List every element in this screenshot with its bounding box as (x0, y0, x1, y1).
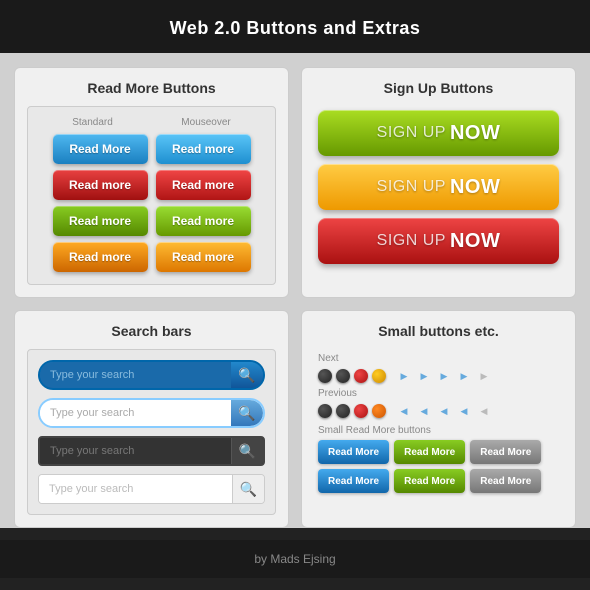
search-button-dark[interactable]: 🔍 (231, 438, 263, 464)
arrow-next-4[interactable]: ▶ (456, 368, 472, 384)
search-bar-light: 🔍 (38, 398, 265, 428)
search-input-blue[interactable] (40, 362, 231, 388)
read-more-green-std[interactable]: Read more (53, 206, 148, 236)
search-bar-blue: 🔍 (38, 360, 265, 390)
arrow-prev-1[interactable]: ◀ (396, 403, 412, 419)
signup-red-label: SIGN UP (377, 232, 446, 250)
search-button-plain[interactable]: 🔍 (232, 475, 264, 503)
arrow-prev-5[interactable]: ◀ (476, 403, 492, 419)
signup-title: Sign Up Buttons (314, 80, 563, 96)
dot-yellow-1[interactable] (372, 369, 386, 383)
dot-orange-1[interactable] (372, 404, 386, 418)
search-panel: Search bars 🔍 🔍 🔍 🔍 (14, 310, 289, 528)
read-more-green-hover[interactable]: Read more (156, 206, 251, 236)
small-btn-gray-2[interactable]: Read More (470, 469, 541, 493)
small-inner: Next ▶ ▶ ▶ ▶ ▶ Previous ◀ ◀ (314, 349, 563, 497)
arrow-next-3[interactable]: ▶ (436, 368, 452, 384)
small-btn-blue-1[interactable]: Read More (318, 440, 389, 464)
signup-red-button[interactable]: SIGN UP NOW (318, 218, 559, 264)
search-input-plain[interactable] (39, 475, 232, 503)
arrow-prev-2[interactable]: ◀ (416, 403, 432, 419)
signup-red-now: NOW (450, 230, 500, 253)
prev-dots-row: ◀ ◀ ◀ ◀ ◀ (318, 403, 559, 419)
read-more-title: Read More Buttons (27, 80, 276, 96)
btn-row-2: Read more Read more (38, 170, 265, 200)
signup-panel: Sign Up Buttons SIGN UP NOW SIGN UP NOW … (301, 67, 576, 298)
next-dots-row: ▶ ▶ ▶ ▶ ▶ (318, 368, 559, 384)
page-title: Web 2.0 Buttons and Extras (170, 18, 421, 38)
small-read-more-label: Small Read More buttons (318, 425, 559, 436)
main-content: Read More Buttons Standard Mouseover Rea… (0, 53, 590, 528)
read-more-red-std[interactable]: Read more (53, 170, 148, 200)
search-input-light[interactable] (40, 400, 231, 426)
read-more-blue-hover[interactable]: Read more (156, 134, 251, 164)
btn-row-3: Read more Read more (38, 206, 265, 236)
arrow-next-5[interactable]: ▶ (476, 368, 492, 384)
dot-dark-2[interactable] (336, 369, 350, 383)
btn-row-1: Read More Read more (38, 134, 265, 164)
col-standard-label: Standard (72, 117, 113, 128)
signup-green-now: NOW (450, 122, 500, 145)
small-btn-blue-2[interactable]: Read More (318, 469, 389, 493)
search-bar-dark: 🔍 (38, 436, 265, 466)
read-more-panel: Read More Buttons Standard Mouseover Rea… (14, 67, 289, 298)
next-label: Next (318, 353, 559, 364)
search-button-blue[interactable]: 🔍 (231, 362, 263, 388)
dot-dark-4[interactable] (336, 404, 350, 418)
arrow-prev-4[interactable]: ◀ (456, 403, 472, 419)
small-btn-green-1[interactable]: Read More (394, 440, 465, 464)
dot-dark-3[interactable] (318, 404, 332, 418)
header: Web 2.0 Buttons and Extras (0, 0, 590, 53)
dot-dark-1[interactable] (318, 369, 332, 383)
small-btn-gray-1[interactable]: Read More (470, 440, 541, 464)
signup-green-label: SIGN UP (377, 124, 446, 142)
search-inner: 🔍 🔍 🔍 🔍 (27, 349, 276, 515)
search-button-light[interactable]: 🔍 (231, 400, 263, 426)
small-btn-green-2[interactable]: Read More (394, 469, 465, 493)
read-more-blue-std[interactable]: Read More (53, 134, 148, 164)
signup-orange-button[interactable]: SIGN UP NOW (318, 164, 559, 210)
search-title: Search bars (27, 323, 276, 339)
signup-orange-now: NOW (450, 176, 500, 199)
read-more-orange-hover[interactable]: Read more (156, 242, 251, 272)
small-read-more-row: Read More Read More Read More Read More … (318, 440, 559, 493)
small-panel: Small buttons etc. Next ▶ ▶ ▶ ▶ ▶ Previo… (301, 310, 576, 528)
col-mouseover-label: Mouseover (181, 117, 230, 128)
signup-inner: SIGN UP NOW SIGN UP NOW SIGN UP NOW (314, 106, 563, 268)
footer: by Mads Ejsing (0, 540, 590, 578)
previous-label: Previous (318, 388, 559, 399)
small-title: Small buttons etc. (314, 323, 563, 339)
arrow-prev-3[interactable]: ◀ (436, 403, 452, 419)
col-labels: Standard Mouseover (38, 117, 265, 128)
read-more-orange-std[interactable]: Read more (53, 242, 148, 272)
dot-red-2[interactable] (354, 404, 368, 418)
read-more-inner: Standard Mouseover Read More Read more R… (27, 106, 276, 285)
search-input-dark[interactable] (40, 438, 231, 464)
dot-red-1[interactable] (354, 369, 368, 383)
btn-row-4: Read more Read more (38, 242, 265, 272)
search-bar-plain: 🔍 (38, 474, 265, 504)
signup-orange-label: SIGN UP (377, 178, 446, 196)
signup-green-button[interactable]: SIGN UP NOW (318, 110, 559, 156)
arrow-next-1[interactable]: ▶ (396, 368, 412, 384)
footer-text: by Mads Ejsing (254, 552, 335, 566)
read-more-red-hover[interactable]: Read more (156, 170, 251, 200)
arrow-next-2[interactable]: ▶ (416, 368, 432, 384)
